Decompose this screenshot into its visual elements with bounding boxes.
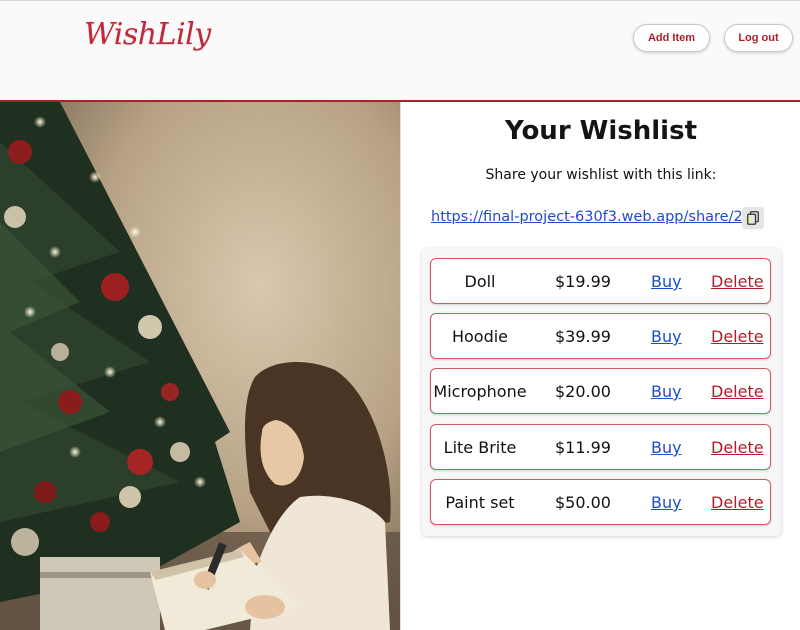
logout-button[interactable]: Log out bbox=[724, 24, 793, 52]
delete-link[interactable]: Delete bbox=[711, 493, 764, 512]
copy-link-button[interactable] bbox=[742, 207, 764, 229]
wishlist-item: Paint set $50.00 Buy Delete bbox=[430, 479, 771, 525]
page-title: Your Wishlist bbox=[505, 116, 697, 146]
item-name: Hoodie bbox=[451, 327, 509, 346]
delete-link[interactable]: Delete bbox=[711, 382, 764, 401]
item-name: Paint set bbox=[445, 493, 515, 512]
wishlist-item: Hoodie $39.99 Buy Delete bbox=[430, 313, 771, 359]
item-name: Microphone bbox=[433, 382, 527, 401]
add-item-button[interactable]: Add Item bbox=[633, 24, 710, 52]
buy-link[interactable]: Buy bbox=[651, 438, 682, 457]
wishlist-item: Doll $19.99 Buy Delete bbox=[430, 258, 771, 304]
buy-link[interactable]: Buy bbox=[651, 493, 682, 512]
delete-link[interactable]: Delete bbox=[711, 272, 764, 291]
hero-photo bbox=[0, 102, 400, 630]
app-logo[interactable]: WishLily bbox=[84, 17, 211, 52]
app-frame: WishLily Add Item Log out Your Wishlist … bbox=[0, 0, 800, 630]
buy-link[interactable]: Buy bbox=[651, 272, 682, 291]
delete-link[interactable]: Delete bbox=[711, 438, 764, 457]
item-name: Lite Brite bbox=[443, 438, 517, 457]
wishlist-item: Microphone $20.00 Buy Delete bbox=[430, 368, 771, 414]
copy-icon bbox=[747, 211, 759, 225]
wishlist-panel: Your Wishlist Share your wishlist with t… bbox=[400, 102, 800, 630]
item-price: $50.00 bbox=[555, 493, 611, 512]
item-price: $11.99 bbox=[555, 438, 611, 457]
item-price: $20.00 bbox=[555, 382, 611, 401]
wishlist-item: Lite Brite $11.99 Buy Delete bbox=[430, 424, 771, 470]
item-price: $39.99 bbox=[555, 327, 611, 346]
item-price: $19.99 bbox=[555, 272, 611, 291]
top-navbar: WishLily Add Item Log out bbox=[0, 0, 800, 102]
item-name: Doll bbox=[464, 272, 496, 291]
christmas-scene-illustration bbox=[0, 102, 400, 630]
wishlist-items: Doll $19.99 Buy Delete Hoodie $39.99 Buy… bbox=[422, 248, 781, 536]
share-link[interactable]: https://final-project-630f3.web.app/shar… bbox=[431, 209, 752, 225]
delete-link[interactable]: Delete bbox=[711, 327, 764, 346]
buy-link[interactable]: Buy bbox=[651, 327, 682, 346]
buy-link[interactable]: Buy bbox=[651, 382, 682, 401]
share-instructions: Share your wishlist with this link: bbox=[485, 167, 717, 183]
